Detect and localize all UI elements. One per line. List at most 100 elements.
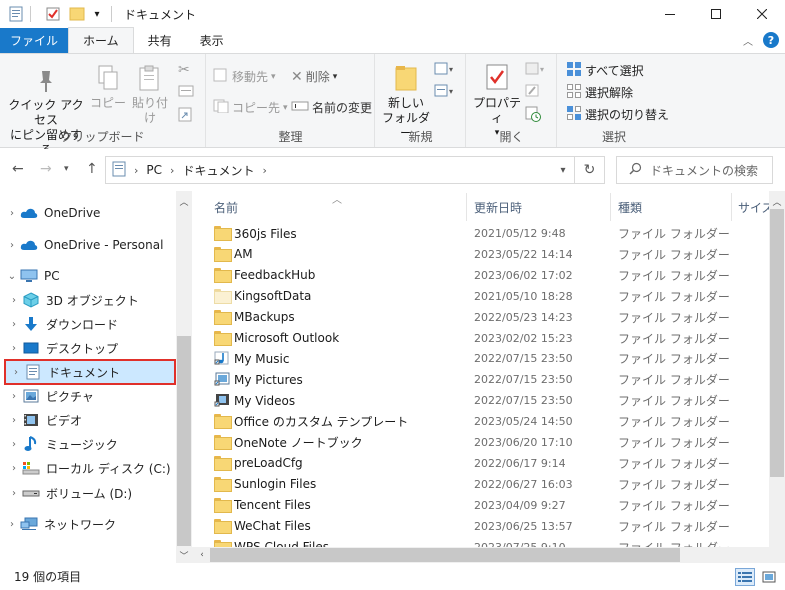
expand-chevron-icon[interactable]: ›: [8, 488, 20, 499]
nav-item-network[interactable]: › ネットワーク: [0, 512, 176, 536]
expand-chevron-icon[interactable]: ›: [8, 415, 20, 426]
expand-chevron-icon[interactable]: ›: [6, 240, 18, 251]
invert-selection-button[interactable]: 選択の切り替え: [566, 105, 669, 124]
paste-shortcut-icon[interactable]: [178, 106, 192, 125]
scroll-up-icon[interactable]: ︿: [176, 193, 192, 209]
nav-item-pc[interactable]: ⌄ PC: [0, 264, 176, 288]
file-list-horizontal-scrollbar[interactable]: ‹: [192, 547, 769, 563]
address-bar[interactable]: › PC › ドキュメント › ▾ ↻: [105, 156, 605, 184]
scrollbar-thumb[interactable]: [210, 548, 680, 562]
tab-file[interactable]: ファイル: [0, 28, 69, 53]
customize-quick-access-icon[interactable]: ▾: [89, 6, 105, 22]
tab-view[interactable]: 表示: [186, 28, 238, 53]
nav-item-downloads[interactable]: › ダウンロード: [0, 312, 176, 336]
nav-item-documents[interactable]: › ドキュメント: [4, 359, 176, 385]
search-input[interactable]: ドキュメントの検索: [650, 162, 758, 179]
expand-chevron-icon[interactable]: ›: [6, 208, 18, 219]
table-row[interactable]: My Music 2022/07/15 23:50 ファイル フォルダー: [192, 348, 769, 369]
expand-chevron-icon[interactable]: ›: [8, 343, 20, 354]
scroll-up-icon[interactable]: ︿: [769, 193, 785, 209]
expand-chevron-icon[interactable]: ›: [8, 319, 20, 330]
select-none-button[interactable]: 選択解除: [566, 83, 633, 102]
table-row[interactable]: MBackups 2022/05/23 14:23 ファイル フォルダー: [192, 307, 769, 328]
table-row[interactable]: 360js Files 2021/05/12 9:48 ファイル フォルダー: [192, 223, 769, 244]
expand-chevron-icon[interactable]: ›: [6, 519, 18, 530]
breadcrumb-chevron-icon[interactable]: ›: [170, 164, 174, 177]
table-row[interactable]: WeChat Files 2023/06/25 13:57 ファイル フォルダー: [192, 516, 769, 537]
table-row[interactable]: OneNote ノートブック 2023/06/20 17:10 ファイル フォルダー: [192, 432, 769, 453]
column-date[interactable]: 更新日時: [468, 193, 611, 221]
table-row[interactable]: Sunlogin Files 2022/06/27 16:03 ファイル フォルダー: [192, 474, 769, 495]
tab-home[interactable]: ホーム: [68, 27, 134, 53]
address-history-chevron-icon[interactable]: ▾: [552, 165, 574, 176]
nav-item-3d-objects[interactable]: › 3D オブジェクト: [0, 288, 176, 312]
column-type[interactable]: 種類: [612, 193, 732, 221]
scroll-left-icon[interactable]: ‹: [194, 547, 210, 563]
properties-quick-icon[interactable]: [45, 6, 61, 22]
column-name[interactable]: 名前: [192, 193, 467, 221]
breadcrumb-documents[interactable]: ドキュメント: [182, 162, 254, 179]
nav-item-onedrive-personal[interactable]: › OneDrive - Personal: [0, 233, 176, 257]
expand-chevron-icon[interactable]: ›: [8, 463, 20, 474]
nav-item-videos[interactable]: › ビデオ: [0, 408, 176, 432]
nav-item-onedrive[interactable]: › OneDrive: [0, 201, 176, 225]
scrollbar-thumb[interactable]: [770, 209, 784, 477]
minimize-button[interactable]: [647, 0, 693, 28]
select-all-button[interactable]: すべて選択: [566, 61, 644, 80]
expand-chevron-icon[interactable]: ›: [8, 439, 20, 450]
expand-chevron-icon[interactable]: ›: [8, 391, 20, 402]
large-icons-view-icon[interactable]: [759, 568, 779, 586]
history-icon[interactable]: [525, 106, 541, 125]
refresh-icon[interactable]: ↻: [574, 157, 604, 183]
copy-button[interactable]: コピー: [90, 64, 126, 111]
nav-item-desktop[interactable]: › デスクトップ: [0, 336, 176, 360]
open-icon[interactable]: ▾: [525, 62, 547, 79]
maximize-button[interactable]: [693, 0, 739, 28]
details-view-icon[interactable]: [735, 568, 755, 586]
breadcrumb-chevron-icon[interactable]: ›: [134, 164, 138, 177]
document-app-icon[interactable]: [8, 6, 24, 22]
back-arrow-icon[interactable]: ←: [12, 161, 24, 177]
new-folder-quick-icon[interactable]: [69, 6, 85, 22]
nav-item-music[interactable]: › ミュージック: [0, 432, 176, 456]
help-icon[interactable]: ?: [763, 32, 779, 48]
nav-item-volume-d[interactable]: › ボリューム (D:): [0, 481, 176, 505]
cut-icon[interactable]: ✂: [178, 62, 190, 78]
delete-button[interactable]: ✕ 削除 ▾: [291, 68, 337, 85]
copy-path-icon[interactable]: [178, 84, 194, 101]
paste-button[interactable]: 貼り付け: [128, 64, 172, 126]
breadcrumb-pc[interactable]: PC: [146, 163, 162, 177]
collapse-chevron-icon[interactable]: ⌄: [6, 271, 18, 282]
search-box[interactable]: ドキュメントの検索: [616, 156, 773, 184]
copy-to-button[interactable]: コピー先 ▾: [213, 99, 288, 116]
file-list-vertical-scrollbar[interactable]: ︿: [769, 191, 785, 563]
table-row[interactable]: AM 2023/05/22 14:14 ファイル フォルダー: [192, 244, 769, 265]
expand-chevron-icon[interactable]: ›: [8, 295, 20, 306]
expand-chevron-icon[interactable]: ›: [10, 367, 22, 378]
up-arrow-icon[interactable]: ↑: [86, 161, 98, 177]
table-row[interactable]: Tencent Files 2023/04/09 9:27 ファイル フォルダー: [192, 495, 769, 516]
forward-arrow-icon[interactable]: →: [40, 161, 52, 177]
rename-button[interactable]: 名前の変更: [291, 99, 372, 116]
close-button[interactable]: [739, 0, 785, 28]
nav-item-local-disk-c[interactable]: › ローカル ディスク (C:): [0, 456, 176, 480]
breadcrumb-chevron-icon[interactable]: ›: [262, 164, 266, 177]
easy-access-icon[interactable]: ▾: [434, 84, 456, 101]
collapse-ribbon-icon[interactable]: ︿: [743, 33, 753, 48]
table-row[interactable]: Office のカスタム テンプレート 2023/05/24 14:50 ファイル …: [192, 411, 769, 432]
navigation-pane-scrollbar[interactable]: ︿ ﹀: [176, 191, 192, 563]
tab-share[interactable]: 共有: [134, 28, 186, 53]
table-row[interactable]: FeedbackHub 2023/06/02 17:02 ファイル フォルダー: [192, 265, 769, 286]
table-row[interactable]: KingsoftData 2021/05/10 18:28 ファイル フォルダー: [192, 286, 769, 307]
table-row[interactable]: preLoadCfg 2022/06/17 9:14 ファイル フォルダー: [192, 453, 769, 474]
table-row[interactable]: My Videos 2022/07/15 23:50 ファイル フォルダー: [192, 390, 769, 411]
recent-locations-icon[interactable]: ▾: [64, 164, 69, 174]
move-to-button[interactable]: 移動先 ▾: [213, 68, 276, 85]
table-row[interactable]: Microsoft Outlook 2023/02/02 15:23 ファイル フォ…: [192, 328, 769, 349]
scrollbar-thumb[interactable]: [177, 336, 191, 546]
edit-icon[interactable]: [525, 84, 541, 101]
nav-item-pictures[interactable]: › ピクチャ: [0, 384, 176, 408]
scroll-down-icon[interactable]: ﹀: [176, 547, 192, 563]
table-row[interactable]: My Pictures 2022/07/15 23:50 ファイル フォルダー: [192, 369, 769, 390]
new-item-icon[interactable]: ▾: [434, 62, 456, 79]
